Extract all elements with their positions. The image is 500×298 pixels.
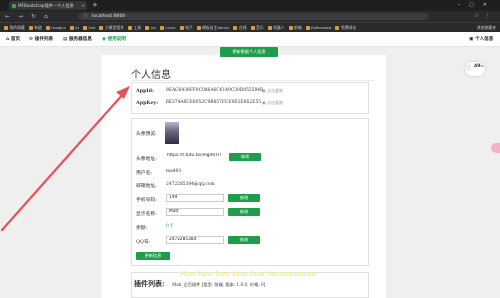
other-bookmarks[interactable]: 其他收藏夹 — [477, 23, 496, 32]
nav-server[interactable]: ▤ 服务器信息 — [63, 32, 92, 47]
qq-field[interactable]: 2472285384 — [166, 236, 224, 244]
balance-value: 0 Y — [166, 224, 174, 229]
folder-icon — [288, 25, 293, 30]
bookmark-item[interactable]: 大模型相关 — [99, 23, 124, 32]
folder-icon — [99, 25, 104, 30]
bookmark-item[interactable]: 音乐 — [250, 23, 264, 32]
tab-close-icon[interactable]: ✕ — [81, 1, 85, 10]
bookmark-item[interactable]: GoogLe — [45, 23, 66, 32]
appkey-copy-button[interactable]: ▣ 点击复制 — [262, 100, 283, 106]
appid-label: AppId: — [136, 88, 154, 94]
phone-edit-button[interactable]: 修改 — [228, 194, 260, 202]
folder-icon — [28, 25, 33, 30]
bookmark-item[interactable]: 模板自主Admin — [196, 23, 229, 32]
bookmark-item[interactable]: 在线 — [233, 23, 247, 32]
display-name-field[interactable]: Matt — [166, 208, 224, 216]
nav-home[interactable]: ⌂ 首页 — [6, 32, 20, 47]
bookmark-item[interactable]: Vue — [82, 23, 95, 32]
email-value: 2472285384@qq.com — [166, 182, 215, 187]
qq-label: QQ号: — [136, 240, 151, 245]
plugin-item: Man_企百插件 [类型: 前端, 版本: 1.0.0, 价格: 0] — [172, 282, 266, 287]
display-name-edit-button[interactable]: 修改 — [228, 208, 260, 216]
qq-edit-button[interactable]: 修改 — [228, 236, 260, 244]
plugins-title: 插件列表: — [134, 279, 165, 288]
folder-icon — [267, 25, 272, 30]
back-icon[interactable]: ← — [5, 11, 10, 22]
page-title: 个人信息 — [131, 70, 171, 81]
bookmark-item[interactable]: AI — [69, 23, 79, 32]
tab-title: MFBootstrap插件—个人信息 — [18, 3, 74, 8]
tab-favicon-icon — [12, 4, 16, 8]
new-tab-icon[interactable]: + — [92, 1, 98, 10]
window-controls[interactable]: –▢✕ — [458, 0, 496, 11]
browser-toolbar: ← → ↻ ⌂ ⓘ localhost:8604 ☆⋮ — [0, 11, 500, 22]
folder-icon — [196, 25, 201, 30]
nav-guide[interactable]: ◉ 使用说明 — [102, 32, 126, 47]
bookmark-item[interactable]: 前端 — [288, 23, 302, 32]
nav-plugins[interactable]: ⚙ 插件列表 — [29, 32, 53, 47]
phone-label: 手机号码: — [136, 198, 157, 203]
avatar-preview-label: 头像预览: — [136, 132, 157, 137]
site-info-icon[interactable]: ⓘ — [83, 13, 88, 20]
toast-message: 更新数据个人信息 — [220, 47, 278, 57]
bookmark-item[interactable]: Go — [145, 23, 156, 32]
folder-icon — [250, 25, 255, 30]
folder-icon — [159, 25, 164, 30]
bookmarks-bar: 我的收藏 有道 GoogLe AI Vue 大模型相关 工具 Go Linux 电子 模板自主Adm… — [0, 22, 500, 32]
avatar-url-label: 头像地址: — [136, 157, 157, 162]
app-top-nav: ⌂ 首页 ⚙ 插件列表 ▤ 服务器信息 ◉ 使用说明 ▣ 个人信息 — [0, 32, 500, 47]
bookmark-item[interactable]: Linux — [159, 23, 176, 32]
folder-icon — [4, 25, 8, 30]
folder-icon — [179, 25, 184, 30]
folder-icon — [233, 25, 238, 30]
update-info-button[interactable]: 更新信息 — [136, 252, 170, 260]
bookmark-item[interactable]: 有道 — [28, 23, 42, 32]
browser-tab[interactable]: MFBootstrap插件—个人信息 ✕ — [9, 1, 87, 10]
nav-personal[interactable]: ▣ 个人信息 — [469, 32, 493, 47]
username-label: 用户名: — [136, 171, 153, 176]
username-value: ma493 — [166, 169, 182, 174]
folder-icon — [82, 25, 87, 30]
url-text: localhost:8604 — [92, 14, 126, 19]
gauge-dots-icon: ○○ ○○ — [466, 64, 472, 71]
appkey-value: 6E374A6CE8052C9B857FCE9E2EB52E55 — [166, 100, 262, 105]
phone-field[interactable]: 199 — [166, 194, 224, 202]
speed-gauge-widget[interactable]: ○○ ○○ 49% — [465, 62, 485, 76]
address-bar[interactable]: ⓘ localhost:8604 — [78, 13, 428, 20]
folder-icon — [335, 25, 340, 30]
browser-tab-bar: MFBootstrap插件—个人信息 ✕ + –▢✕ — [0, 0, 500, 11]
display-name-label: 显示名称: — [136, 212, 157, 217]
bookmark-item[interactable]: 免费网站 — [335, 23, 356, 32]
avatar — [165, 122, 179, 144]
forward-icon[interactable]: → — [18, 11, 23, 22]
bookmark-item[interactable]: 机器人 — [267, 23, 285, 32]
title-divider — [131, 80, 375, 81]
bookmark-item[interactable]: 工具 — [127, 23, 141, 32]
folder-icon — [305, 25, 310, 30]
avatar-url-field[interactable]: https://t.tutu.to/img/RrI7l — [165, 153, 225, 161]
reload-icon[interactable]: ↻ — [31, 11, 36, 22]
avatar-url-edit-button[interactable]: 修改 — [229, 153, 261, 161]
bookmark-item[interactable]: 我的收藏 — [4, 23, 25, 32]
watermark-text: Hou hou hou hou hou houuuuuuuu — [180, 270, 317, 278]
side-float-bubble[interactable] — [491, 143, 500, 153]
folder-icon — [145, 25, 150, 30]
home-icon[interactable]: ⌂ — [44, 11, 48, 22]
appid-value: 8EAC6438FF0C086A6C6149C30D855584B — [166, 88, 264, 93]
folder-icon — [127, 25, 132, 30]
balance-label: 余额: — [136, 226, 148, 231]
toolbar-actions[interactable]: ☆⋮ — [475, 11, 496, 22]
folder-icon — [69, 25, 74, 30]
folder-icon — [45, 25, 50, 30]
api-key-section — [131, 82, 369, 114]
gauge-percent: 49% — [474, 64, 484, 69]
appid-copy-button[interactable]: ▣ 点击复制 — [262, 88, 283, 94]
appkey-label: AppKey: — [136, 100, 159, 106]
email-label: 邮箱地址: — [136, 184, 157, 189]
bookmark-item[interactable]: 电子 — [179, 23, 193, 32]
bookmark-item[interactable]: Editorseed — [305, 23, 331, 32]
